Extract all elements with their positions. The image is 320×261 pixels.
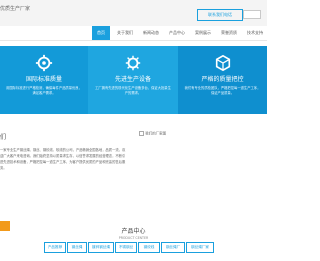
product-tabs: 产品推荐 钢丝绳 镀锌钢丝绳 不锈钢丝 钢绞线 钢丝绳厂 钢丝绳厂家 bbox=[0, 242, 267, 253]
tab-recommend[interactable]: 产品推荐 bbox=[44, 242, 66, 253]
broken-image-icon bbox=[139, 131, 144, 136]
phone-icon bbox=[243, 10, 261, 19]
tab-strand[interactable]: 钢绞线 bbox=[138, 242, 160, 253]
feature-desc: 我们有专业的质检团队，严格把控每一道生产工序，保证产品质量。 bbox=[184, 86, 261, 95]
feature-title: 先进生产设备 bbox=[114, 76, 151, 83]
nav-item-home[interactable]: 首页 bbox=[92, 26, 110, 40]
feature-strip: 国际标准质量 用国际标准进行严格检测，确保每件产品质量优良，满足客户需求。 先进… bbox=[0, 46, 267, 114]
brand-text: 优质生产厂家 bbox=[0, 6, 31, 12]
nav-item-news[interactable]: 新闻动态 bbox=[140, 26, 162, 40]
nav-item-about[interactable]: 关于我们 bbox=[114, 26, 136, 40]
about-title: 们 bbox=[0, 134, 7, 141]
feature-desc: 用国际标准进行严格检测，确保每件产品质量优良，满足客户需求。 bbox=[6, 86, 82, 95]
about-paragraph: 一家专业生产钢丝绳、钢丝、钢绞线、软线的公司，产品畅销全国各地，品质一流，欢迎广… bbox=[0, 148, 126, 170]
cube-icon bbox=[215, 54, 230, 72]
gear-icon bbox=[35, 54, 53, 72]
nav-item-products[interactable]: 产品中心 bbox=[166, 26, 188, 40]
nav-item-cases[interactable]: 案例展示 bbox=[192, 26, 214, 40]
hotline-box[interactable]: 联系我们电话 bbox=[197, 9, 243, 21]
nav-item-honors[interactable]: 荣誉资质 bbox=[218, 26, 240, 40]
feature-card: 严格的质量把控 我们有专业的质检团队，严格把控每一道生产工序，保证产品质量。 bbox=[178, 46, 267, 114]
about-image: 我们的厂家图 bbox=[139, 131, 179, 139]
tab-manufacturer[interactable]: 钢丝绳厂家 bbox=[186, 242, 214, 253]
top-bar: 优质生产厂家 联系我们电话 bbox=[0, 0, 267, 28]
products-subtitle: PRODUCT CENTER bbox=[118, 236, 149, 240]
settings-icon bbox=[125, 55, 141, 71]
feature-desc: 工厂拥有先进的现代化生产设备多台，保证大批量生产的需求。 bbox=[95, 86, 171, 95]
tab-galvanized[interactable]: 镀锌钢丝绳 bbox=[88, 242, 114, 253]
image-caption: 我们的厂家图 bbox=[145, 131, 167, 136]
tab-wire-rope[interactable]: 钢丝绳 bbox=[67, 242, 87, 253]
feature-title: 国际标准质量 bbox=[25, 76, 62, 83]
tab-stainless[interactable]: 不锈钢丝 bbox=[115, 242, 137, 253]
main-nav: 首页 关于我们 新闻动态 产品中心 案例展示 荣誉资质 技术支持 bbox=[0, 26, 267, 41]
tab-factory[interactable]: 钢丝绳厂 bbox=[161, 242, 185, 253]
feature-card: 国际标准质量 用国际标准进行严格检测，确保每件产品质量优良，满足客户需求。 bbox=[0, 46, 88, 114]
products-title: 产品中心 bbox=[121, 228, 146, 235]
feature-title: 严格的质量把控 bbox=[201, 76, 244, 83]
nav-item-support[interactable]: 技术支持 bbox=[244, 26, 266, 40]
feature-card: 先进生产设备 工厂拥有先进的现代化生产设备多台，保证大批量生产的需求。 bbox=[88, 46, 178, 114]
